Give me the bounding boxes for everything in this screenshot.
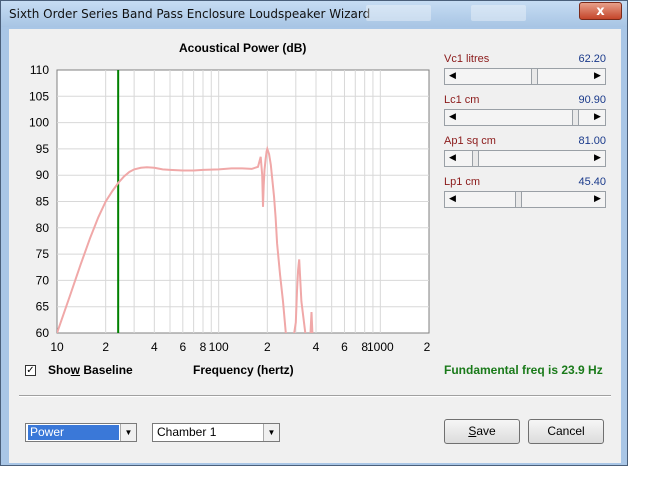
wizard-window: Sixth Order Series Band Pass Enclosure L…	[0, 0, 628, 466]
y-tick-label: 65	[36, 300, 50, 314]
scroll-thumb[interactable]	[472, 151, 480, 166]
slider-lc1-label: Lc1 cm	[444, 94, 480, 106]
x-tick-label: 6	[341, 340, 348, 354]
close-button[interactable]: x	[579, 2, 622, 20]
slider-lc1-value: 90.90	[578, 94, 606, 106]
checkmark-icon: ✓	[26, 365, 35, 376]
ap1-scrollbar[interactable]: ◀ ▶	[444, 150, 606, 167]
chamber-combobox[interactable]: Chamber 1 ▼	[152, 423, 280, 442]
scroll-right-icon[interactable]: ▶	[590, 110, 605, 125]
window-title: Sixth Order Series Band Pass Enclosure L…	[9, 7, 371, 21]
x-tick-label: 2	[424, 340, 431, 354]
title-bar-blur	[471, 5, 526, 21]
slider-vc1-value: 62.20	[578, 53, 606, 65]
scroll-right-icon[interactable]: ▶	[590, 151, 605, 166]
show-baseline-label[interactable]: Show Baseline	[48, 363, 133, 377]
vc1-scrollbar[interactable]: ◀ ▶	[444, 68, 606, 85]
x-tick-label: 2	[102, 340, 109, 354]
x-tick-label: 1000	[367, 340, 394, 354]
y-tick-label: 110	[30, 63, 49, 77]
scroll-thumb[interactable]	[531, 69, 539, 84]
slider-lp1-label: Lp1 cm	[444, 176, 481, 188]
x-tick-label: 4	[151, 340, 158, 354]
slider-lp1-value: 45.40	[578, 176, 606, 188]
slider-ap1: Ap1 sq cm 81.00 ◀ ▶	[444, 135, 606, 171]
y-tick-label: 60	[36, 326, 50, 340]
y-tick-label: 90	[36, 168, 50, 182]
cancel-button[interactable]: Cancel	[528, 419, 604, 444]
x-axis-title: Frequency (hertz)	[193, 363, 294, 377]
slider-ap1-value: 81.00	[578, 135, 606, 147]
x-tick-label: 10	[50, 340, 64, 354]
scroll-left-icon[interactable]: ◀	[445, 192, 460, 207]
slider-vc1-label: Vc1 litres	[444, 53, 490, 65]
mode-combobox-value: Power	[28, 425, 119, 440]
scroll-thumb[interactable]	[515, 192, 523, 207]
scroll-left-icon[interactable]: ◀	[445, 69, 460, 84]
separator	[19, 395, 611, 397]
scroll-left-icon[interactable]: ◀	[445, 110, 460, 125]
chevron-down-icon[interactable]: ▼	[263, 424, 279, 441]
save-button[interactable]: Save	[444, 419, 520, 444]
lc1-scrollbar[interactable]: ◀ ▶	[444, 109, 606, 126]
show-baseline-checkbox[interactable]: ✓	[25, 365, 36, 376]
scroll-right-icon[interactable]: ▶	[590, 192, 605, 207]
slider-lp1: Lp1 cm 45.40 ◀ ▶	[444, 176, 606, 212]
scroll-left-icon[interactable]: ◀	[445, 151, 460, 166]
y-tick-label: 95	[36, 142, 50, 156]
close-icon: x	[596, 4, 605, 19]
chevron-down-icon[interactable]: ▼	[120, 424, 136, 441]
x-tick-label: 2	[264, 340, 271, 354]
lp1-scrollbar[interactable]: ◀ ▶	[444, 191, 606, 208]
scroll-thumb[interactable]	[571, 110, 579, 125]
y-tick-label: 80	[36, 221, 50, 235]
chamber-combobox-value: Chamber 1	[157, 425, 217, 439]
x-tick-label: 6	[179, 340, 186, 354]
y-tick-label: 105	[29, 89, 49, 103]
x-tick-label: 8	[200, 340, 207, 354]
x-tick-label: 100	[209, 340, 229, 354]
title-bar[interactable]: Sixth Order Series Band Pass Enclosure L…	[1, 1, 627, 27]
y-tick-label: 85	[36, 195, 50, 209]
slider-lc1: Lc1 cm 90.90 ◀ ▶	[444, 94, 606, 130]
fundamental-frequency-text: Fundamental freq is 23.9 Hz	[444, 363, 603, 377]
y-tick-label: 100	[29, 116, 49, 130]
mode-combobox[interactable]: Power ▼	[25, 423, 137, 442]
dialog-client: Acoustical Power (dB) 110 105 100 95 90 85 80 7…	[9, 29, 621, 463]
power-chart: 110105100959085807570656010 2 4 6 8 100 2 4 6 810…	[29, 63, 431, 354]
y-tick-label: 75	[36, 247, 50, 261]
y-tick-label: 70	[36, 273, 50, 287]
scroll-right-icon[interactable]: ▶	[590, 69, 605, 84]
x-tick-label: 4	[313, 340, 320, 354]
slider-ap1-label: Ap1 sq cm	[444, 135, 496, 147]
slider-vc1: Vc1 litres 62.20 ◀ ▶	[444, 53, 606, 89]
title-bar-blur	[366, 5, 431, 21]
